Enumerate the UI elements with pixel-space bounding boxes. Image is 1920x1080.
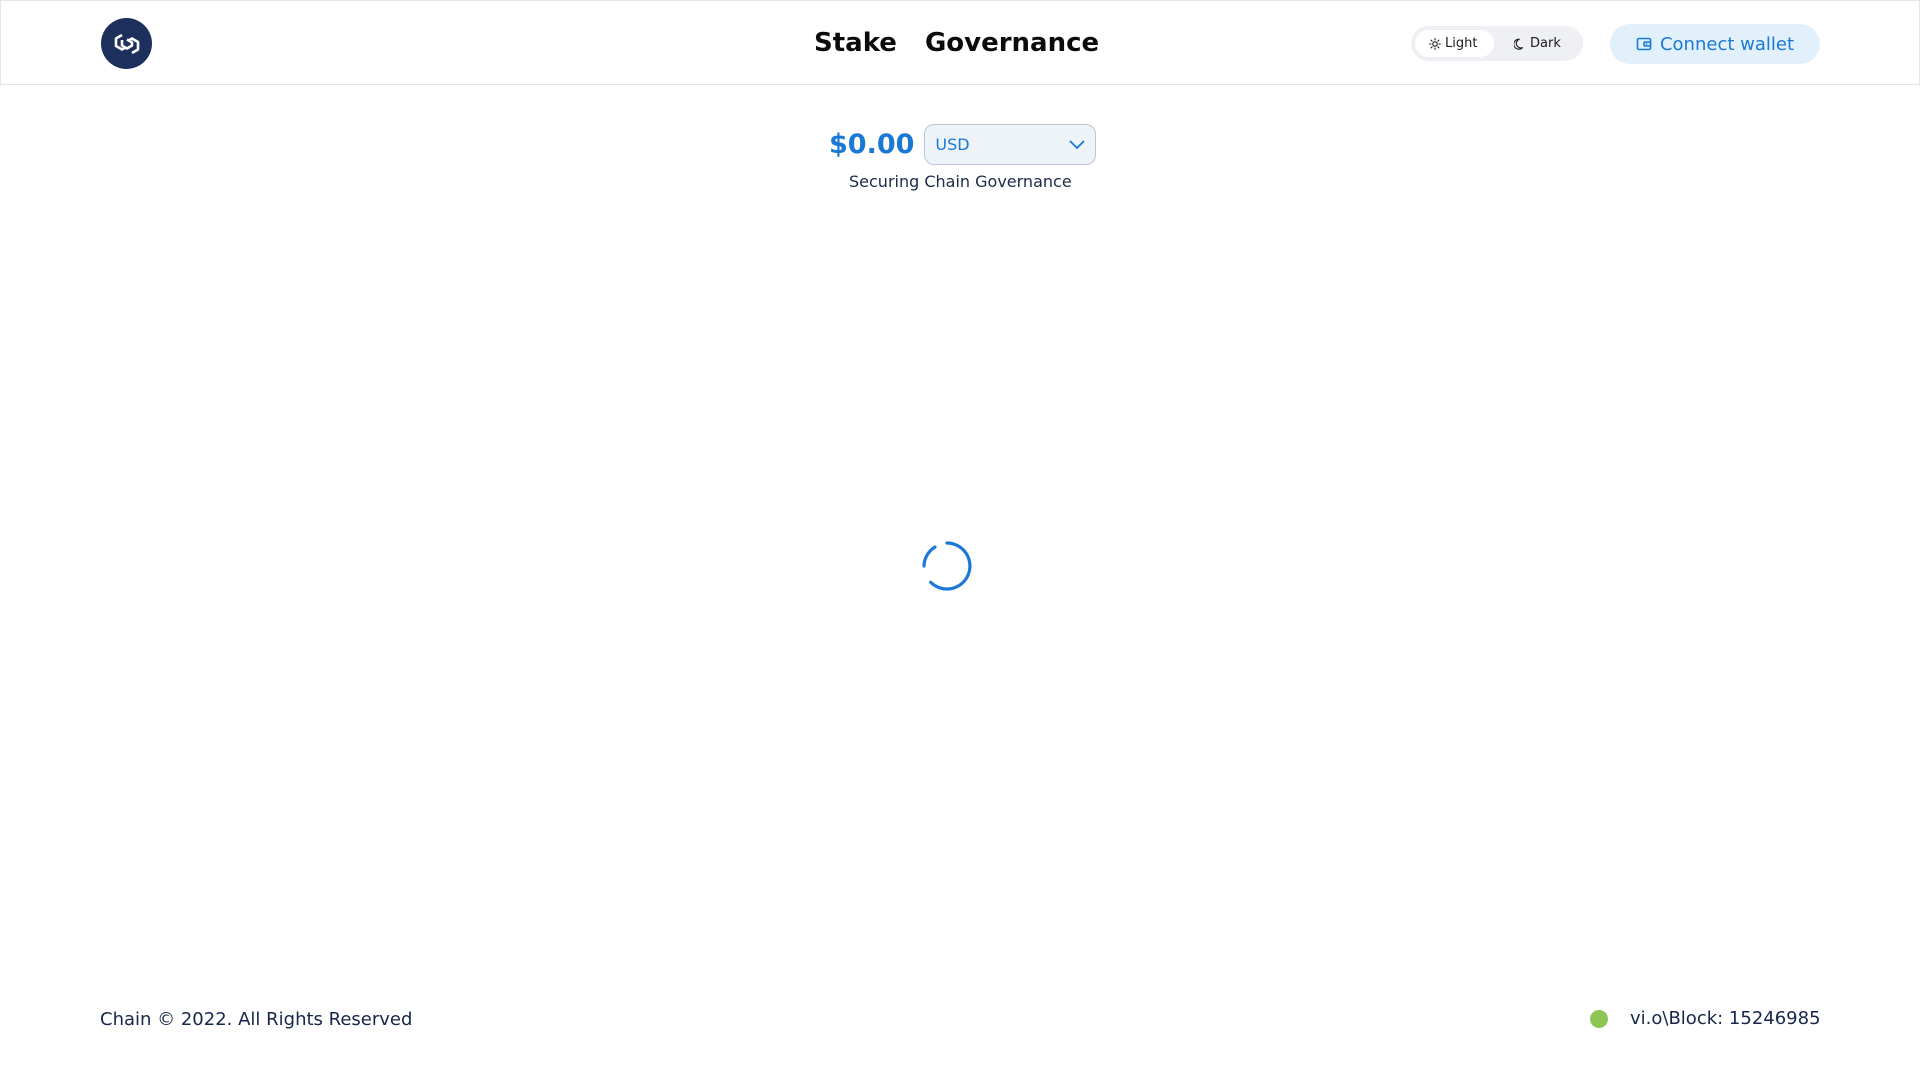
theme-light-option[interactable]: Light [1415, 30, 1494, 57]
nav-governance[interactable]: Governance [925, 25, 1099, 61]
currency-select[interactable]: USD [924, 124, 1097, 165]
wallet-icon [1636, 37, 1652, 51]
block-status: vi.o\Block: 15246985 [1630, 1008, 1821, 1029]
nav-stake[interactable]: Stake [814, 25, 897, 61]
connect-wallet-button[interactable]: Connect wallet [1610, 24, 1820, 64]
main-nav: Stake Governance [814, 25, 1099, 61]
theme-light-label: Light [1445, 36, 1478, 51]
moon-icon [1514, 38, 1524, 50]
connect-wallet-label: Connect wallet [1659, 33, 1795, 55]
chain-hexagon-logo-icon [114, 33, 139, 54]
sun-icon [1429, 37, 1441, 50]
spinner-icon [922, 541, 972, 591]
chain-logo-icon[interactable] [101, 18, 152, 69]
balance-amount: $0.00 [829, 129, 915, 160]
top-header: Stake Governance Light Dark Connect wall… [0, 0, 1920, 85]
theme-toggle: Light Dark [1411, 26, 1583, 61]
tagline: Securing Chain Governance [849, 172, 1072, 191]
balance-row: $0.00 USD [829, 124, 1097, 165]
copyright-text: Chain © 2022. All Rights Reserved [100, 1009, 413, 1030]
chevron-down-icon [1070, 140, 1085, 149]
theme-dark-label: Dark [1530, 36, 1561, 51]
status-dot-icon [1590, 1010, 1608, 1028]
currency-selected-value: USD [935, 135, 970, 154]
theme-dark-option[interactable]: Dark [1494, 30, 1575, 57]
